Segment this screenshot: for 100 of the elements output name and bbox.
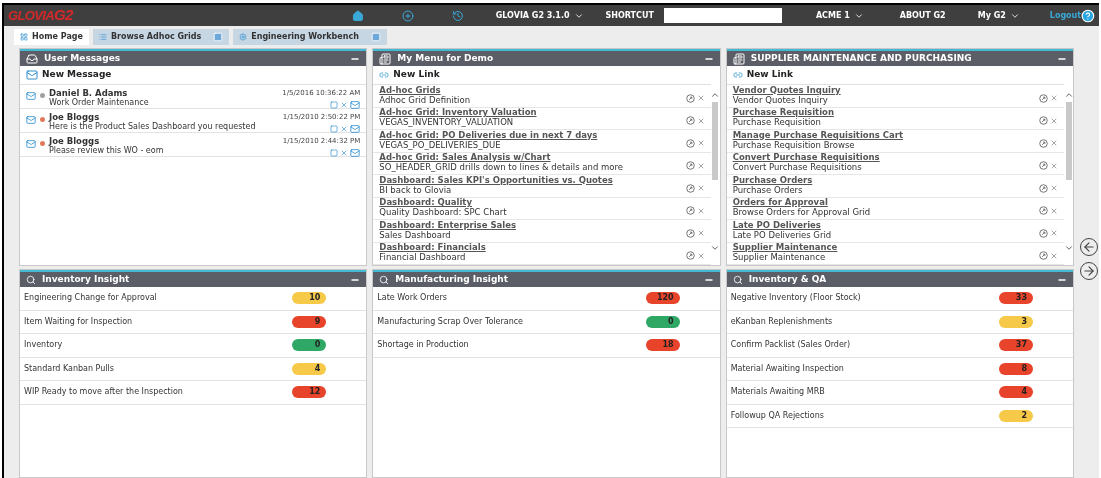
menu-link[interactable]: Purchase Requisition — [732, 107, 1039, 117]
scroll-down-icon[interactable] — [710, 243, 721, 253]
insight-row[interactable]: Material Awaiting Inspection 8 — [726, 357, 1073, 381]
tab[interactable]: Home Page — [14, 29, 89, 45]
close-icon[interactable] — [370, 32, 381, 42]
open-icon[interactable] — [330, 125, 339, 133]
shortcut-field[interactable] — [663, 8, 782, 23]
menu-link[interactable]: Ad-hoc Grid: PO Deliveries due in next 7 days — [379, 129, 686, 140]
navigate-icon[interactable] — [685, 116, 695, 125]
remove-icon[interactable] — [696, 161, 705, 170]
open-icon[interactable] — [330, 149, 339, 157]
insight-row[interactable]: Inventory 0 — [20, 334, 367, 358]
scroll-down-icon[interactable] — [1063, 243, 1074, 253]
reply-icon[interactable] — [350, 100, 361, 110]
menu-link[interactable]: Dashboard: Enterprise Sales — [379, 219, 686, 230]
scroll-up-icon[interactable] — [1063, 90, 1074, 100]
mail-icon — [26, 69, 38, 81]
navigate-icon[interactable] — [1039, 228, 1048, 238]
my-menu[interactable]: My G2 — [977, 9, 1020, 22]
navigate-icon[interactable] — [685, 138, 695, 148]
menu-link[interactable]: Vendor Quotes Inquiry — [732, 84, 1039, 95]
menu-link[interactable]: Manage Purchase Requisitions Cart — [732, 129, 1039, 140]
reply-icon[interactable] — [350, 148, 361, 158]
link-description: VEGAS_INVENTORY_VALUATION — [379, 117, 515, 127]
remove-icon[interactable] — [1050, 251, 1058, 260]
insight-row[interactable]: Manufacturing Scrap Over Tolerance 0 — [373, 310, 720, 334]
history-icon[interactable] — [451, 9, 464, 22]
menu-link[interactable]: Dashboard: Quality — [379, 197, 686, 207]
insight-row[interactable]: Negative Inventory (Floor Stock) 33 — [726, 287, 1073, 311]
menu-link[interactable]: Ad-hoc Grid: Sales Analysis w/Chart — [379, 152, 686, 162]
insight-row[interactable]: Engineering Change for Approval 10 — [20, 287, 367, 311]
insight-row[interactable]: Shortage in Production 18 — [373, 334, 720, 358]
navigate-icon[interactable] — [1039, 138, 1048, 148]
navigate-icon[interactable] — [1039, 183, 1048, 193]
remove-icon[interactable] — [696, 251, 705, 260]
tab[interactable]: Browse Adhoc Grids — [92, 29, 230, 45]
remove-icon[interactable] — [696, 206, 705, 215]
menu-link[interactable]: Ad-hoc Grids — [379, 84, 686, 95]
menu-link[interactable]: Orders for Approval — [732, 197, 1039, 207]
insight-row[interactable]: Late Work Orders 120 — [373, 287, 720, 311]
navigate-icon[interactable] — [685, 228, 695, 238]
close-icon[interactable] — [213, 32, 224, 42]
remove-icon[interactable] — [696, 229, 705, 237]
menu-link[interactable]: Late PO Deliveries — [732, 219, 1039, 230]
insight-row[interactable]: Confirm Packlist (Sales Order) 37 — [726, 334, 1073, 358]
company-menu[interactable]: ACME 1 — [815, 9, 864, 22]
menu-link[interactable]: Dashboard: Financials — [379, 242, 686, 252]
insight-row[interactable]: eKanban Replenishments 3 — [726, 310, 1073, 334]
delete-icon[interactable] — [340, 101, 349, 109]
menu-link[interactable]: Ad-hoc Grid: Inventory Valuation — [379, 107, 686, 117]
link-description: VEGAS_PO_DELIVERIES_DUE — [379, 139, 502, 150]
navigate-icon[interactable] — [685, 206, 695, 215]
insight-row[interactable]: Materials Awaiting MRB 4 — [726, 381, 1073, 405]
logout-link[interactable]: Logout — [1049, 9, 1082, 22]
menu-link[interactable]: Purchase Orders — [732, 174, 1039, 185]
remove-icon[interactable] — [1050, 94, 1058, 102]
remove-icon[interactable] — [1050, 161, 1058, 170]
about-link[interactable]: ABOUT G2 — [899, 9, 946, 22]
remove-icon[interactable] — [1050, 116, 1058, 125]
insight-row[interactable]: Followup QA Rejections 2 — [726, 404, 1073, 428]
reply-icon[interactable] — [350, 124, 361, 134]
insight-row[interactable]: WIP Ready to move after the Inspection 12 — [20, 381, 367, 405]
remove-icon[interactable] — [696, 94, 705, 102]
navigate-icon[interactable] — [1039, 251, 1048, 260]
delete-icon[interactable] — [340, 149, 349, 157]
menu-link[interactable]: Convert Purchase Requisitions — [732, 152, 1039, 162]
navigate-icon[interactable] — [685, 93, 695, 103]
remove-icon[interactable] — [1050, 139, 1058, 147]
remove-icon[interactable] — [1050, 184, 1058, 192]
version-menu[interactable]: GLOVIA G2 3.1.0 — [495, 9, 584, 22]
scroll-up-icon[interactable] — [710, 90, 721, 100]
navigate-icon[interactable] — [685, 183, 695, 193]
scroll-thumb[interactable] — [712, 102, 719, 180]
new-link-button[interactable]: New Link — [393, 68, 440, 82]
menu-link[interactable]: Dashboard: Sales KPI's Opportunities vs. Quotes — [379, 174, 686, 185]
navigate-icon[interactable] — [1039, 206, 1048, 215]
scroll-thumb[interactable] — [1065, 102, 1072, 180]
new-link-button[interactable]: New Link — [746, 68, 793, 82]
help-icon[interactable] — [1081, 8, 1095, 23]
add-icon[interactable] — [402, 9, 414, 22]
navigate-icon[interactable] — [1039, 116, 1048, 125]
tab[interactable]: Engineering Workbench — [233, 29, 387, 45]
open-icon[interactable] — [330, 101, 339, 109]
remove-icon[interactable] — [696, 184, 705, 192]
navigate-icon[interactable] — [685, 161, 695, 170]
insight-row[interactable]: Item Waiting for Inspection 9 — [20, 310, 367, 334]
remove-icon[interactable] — [1050, 229, 1058, 237]
remove-icon[interactable] — [1050, 206, 1058, 215]
insight-row[interactable]: Standard Kanban Pulls 4 — [20, 357, 367, 381]
remove-icon[interactable] — [696, 139, 705, 147]
menu-link[interactable]: Supplier Maintenance — [732, 242, 1039, 252]
search-icon — [379, 274, 390, 285]
remove-icon[interactable] — [696, 116, 705, 125]
navigate-icon[interactable] — [685, 251, 695, 260]
home-icon[interactable] — [352, 9, 364, 22]
delete-icon[interactable] — [340, 125, 349, 133]
link-description: Financial Dashboard — [379, 252, 467, 262]
navigate-icon[interactable] — [1039, 93, 1048, 103]
new-message-button[interactable]: New Message — [42, 68, 112, 82]
navigate-icon[interactable] — [1039, 161, 1048, 170]
